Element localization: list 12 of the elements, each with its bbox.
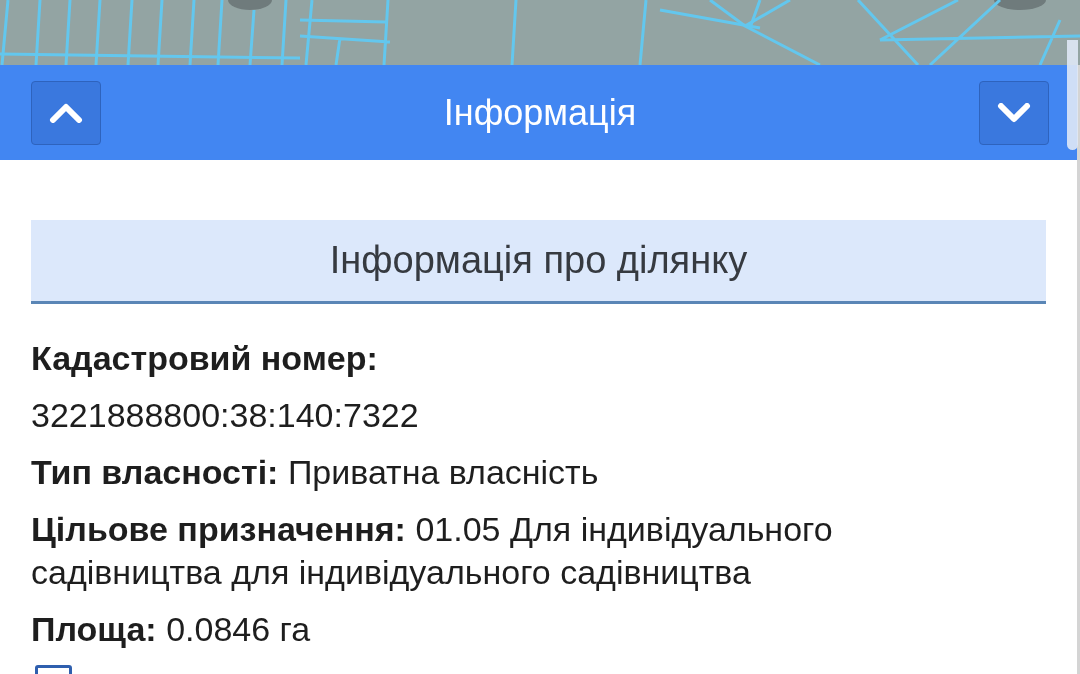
panel-title: Інформація <box>443 90 637 135</box>
field-text: Цільове призначення: 01.05 Для індивідуального садівництва для індивідуального садівництва <box>31 509 834 593</box>
chevron-up-icon <box>49 102 83 123</box>
scrollbar-thumb[interactable] <box>1067 40 1078 150</box>
chevron-down-icon <box>997 102 1031 123</box>
field-label: Кадастровий номер: <box>31 338 379 379</box>
section-heading: Інформація про ділянку <box>31 220 1046 304</box>
collapse-button[interactable] <box>31 80 101 145</box>
expand-button[interactable] <box>979 80 1049 145</box>
field-text: Тип власності: Приватна власність <box>31 452 600 493</box>
field-text: Площа: 0.0846 га <box>31 609 312 650</box>
field-value: 3221888800:38:140:7322 <box>31 395 420 436</box>
